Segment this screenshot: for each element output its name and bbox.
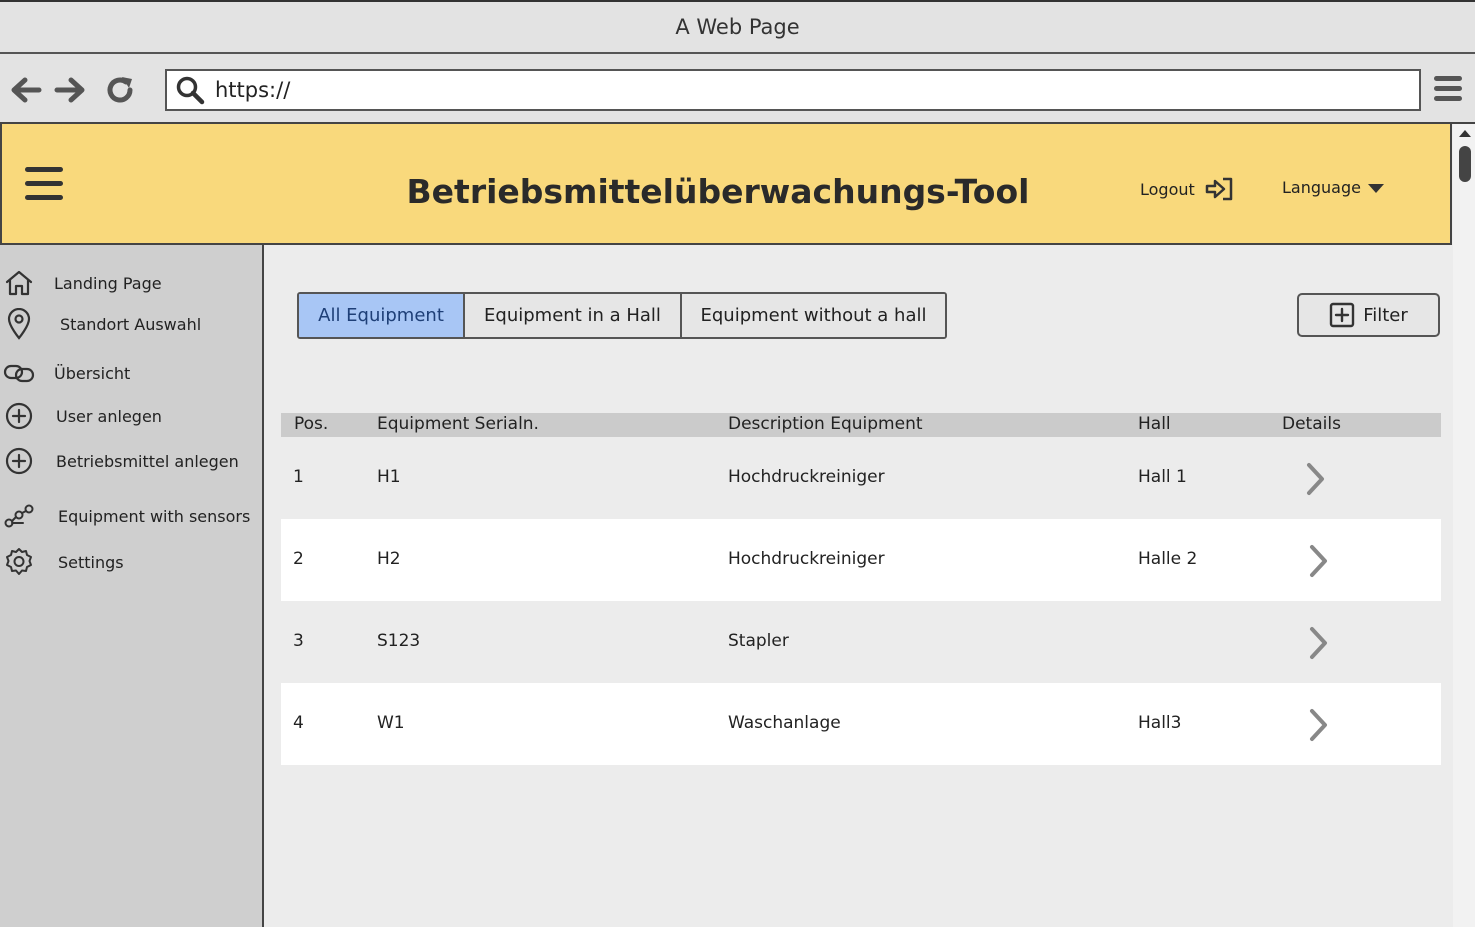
table-row: 4 W1 Waschanlage Hall3 bbox=[281, 683, 1441, 765]
logout-icon bbox=[1205, 177, 1233, 201]
browser-titlebar: A Web Page bbox=[0, 0, 1475, 54]
table-row: 3 S123 Stapler bbox=[281, 601, 1441, 683]
forward-button[interactable] bbox=[50, 70, 90, 110]
cell-serial: W1 bbox=[377, 713, 405, 733]
chevron-right-icon[interactable] bbox=[1308, 543, 1330, 579]
sidebar-item-label: Übersicht bbox=[54, 363, 131, 383]
cell-pos: 1 bbox=[293, 467, 304, 487]
language-dropdown[interactable]: Language bbox=[1282, 178, 1385, 197]
location-pin-icon bbox=[7, 308, 31, 340]
sidebar-item-landing-page[interactable]: Landing Page bbox=[0, 269, 162, 297]
window-title: A Web Page bbox=[675, 15, 800, 39]
logout-button[interactable]: Logout bbox=[1140, 176, 1235, 202]
tab-equipment-without-a-hall[interactable]: Equipment without a hall bbox=[682, 294, 945, 337]
filter-label: Filter bbox=[1363, 304, 1408, 326]
link-icon bbox=[3, 364, 35, 383]
cell-description: Hochdruckreiniger bbox=[728, 549, 885, 569]
sidebar-item-equipment-with-sensors[interactable]: Equipment with sensors bbox=[0, 503, 250, 529]
home-icon bbox=[5, 270, 33, 296]
arrow-left-icon bbox=[11, 77, 42, 103]
cell-pos: 2 bbox=[293, 549, 304, 569]
menu-icon bbox=[1434, 76, 1462, 101]
main-content: All Equipment Equipment in a Hall Equipm… bbox=[264, 245, 1453, 927]
language-label: Language bbox=[1282, 178, 1361, 197]
reload-button[interactable] bbox=[100, 70, 140, 110]
table-row: 1 H1 Hochdruckreiniger Hall 1 bbox=[281, 437, 1441, 519]
cell-serial: H1 bbox=[377, 467, 401, 487]
cell-hall: Hall 1 bbox=[1138, 467, 1187, 487]
scroll-up-icon[interactable] bbox=[1458, 128, 1472, 138]
reload-icon bbox=[107, 77, 133, 103]
sidebar-item-label: Settings bbox=[58, 552, 124, 572]
scroll-thumb[interactable] bbox=[1459, 146, 1471, 182]
cell-description: Waschanlage bbox=[728, 713, 841, 733]
sidebar-item-settings[interactable]: Settings bbox=[0, 547, 124, 577]
sidebar-item-label: Landing Page bbox=[54, 273, 162, 293]
sidebar-item-uebersicht[interactable]: Übersicht bbox=[0, 362, 130, 384]
cell-pos: 3 bbox=[293, 631, 304, 651]
cell-description: Stapler bbox=[728, 631, 789, 651]
column-header-pos: Pos. bbox=[294, 414, 329, 434]
sidebar-item-label: Standort Auswahl bbox=[60, 314, 202, 334]
filter-button[interactable]: Filter bbox=[1297, 293, 1440, 337]
chevron-right-icon[interactable] bbox=[1305, 461, 1327, 497]
page-scrollbar[interactable] bbox=[1453, 124, 1475, 927]
tab-all-equipment[interactable]: All Equipment bbox=[299, 294, 465, 337]
equipment-table: Pos. Equipment Serialn. Description Equi… bbox=[281, 413, 1441, 765]
url-text: https:// bbox=[215, 78, 291, 102]
logout-label: Logout bbox=[1140, 179, 1195, 199]
sidebar-item-label: User anlegen bbox=[56, 406, 162, 426]
cell-serial: H2 bbox=[377, 549, 401, 569]
tab-equipment-in-a-hall[interactable]: Equipment in a Hall bbox=[465, 294, 682, 337]
sidebar-item-betriebsmittel-anlegen[interactable]: Betriebsmittel anlegen bbox=[0, 446, 239, 476]
cell-pos: 4 bbox=[293, 713, 304, 733]
gear-icon bbox=[6, 548, 32, 575]
plus-circle-icon bbox=[5, 447, 33, 475]
column-header-hall: Hall bbox=[1138, 414, 1171, 434]
cell-description: Hochdruckreiniger bbox=[728, 467, 885, 487]
plus-circle-icon bbox=[5, 402, 33, 430]
sidebar-item-label: Equipment with sensors bbox=[58, 506, 251, 526]
column-header-details: Details bbox=[1282, 414, 1341, 434]
plus-square-icon bbox=[1330, 302, 1355, 328]
arrow-right-icon bbox=[54, 77, 85, 103]
cell-hall: Halle 2 bbox=[1138, 549, 1198, 569]
column-header-serial: Equipment Serialn. bbox=[377, 414, 539, 434]
sensor-network-icon bbox=[4, 504, 34, 528]
app-header: Betriebsmittelüberwachungs-Tool Logout L… bbox=[0, 124, 1452, 245]
browser-toolbar: https:// bbox=[0, 54, 1475, 124]
caret-down-icon bbox=[1367, 183, 1384, 193]
cell-serial: S123 bbox=[377, 631, 421, 651]
sidebar-item-label: Betriebsmittel anlegen bbox=[56, 451, 239, 471]
cell-hall: Hall3 bbox=[1138, 713, 1182, 733]
equipment-tabs: All Equipment Equipment in a Hall Equipm… bbox=[297, 292, 947, 339]
address-bar[interactable]: https:// bbox=[165, 69, 1421, 111]
search-icon bbox=[176, 76, 205, 105]
table-header: Pos. Equipment Serialn. Description Equi… bbox=[281, 413, 1441, 437]
page-title: Betriebsmittelüberwachungs-Tool bbox=[406, 172, 1030, 211]
sidebar-item-user-anlegen[interactable]: User anlegen bbox=[0, 401, 162, 431]
column-header-description: Description Equipment bbox=[728, 414, 923, 434]
back-button[interactable] bbox=[6, 70, 46, 110]
chevron-right-icon[interactable] bbox=[1308, 707, 1330, 743]
sidebar-item-standort-auswahl[interactable]: Standort Auswahl bbox=[0, 308, 201, 340]
table-row: 2 H2 Hochdruckreiniger Halle 2 bbox=[281, 519, 1441, 601]
browser-menu-button[interactable] bbox=[1432, 74, 1464, 108]
sidebar: Landing Page Standort Auswahl Übersicht … bbox=[0, 245, 264, 927]
chevron-right-icon[interactable] bbox=[1308, 625, 1330, 661]
